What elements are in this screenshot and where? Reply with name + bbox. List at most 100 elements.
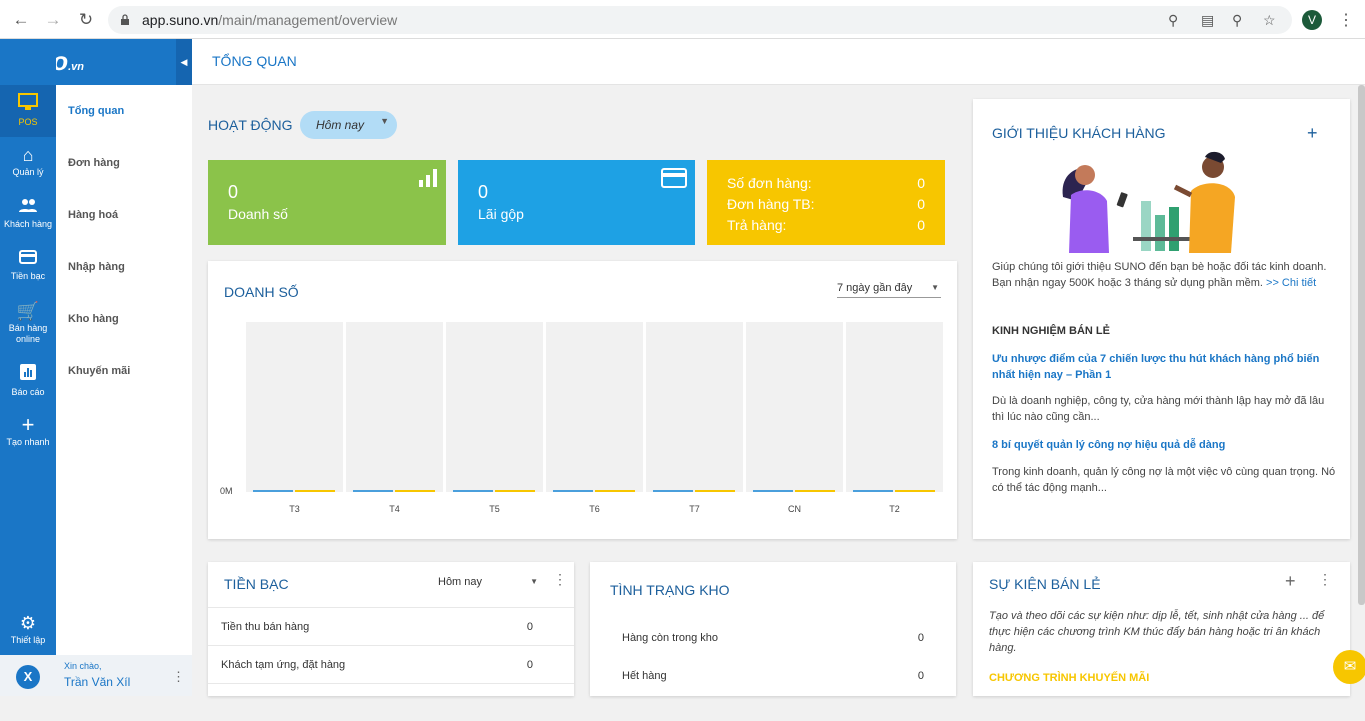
referral-detail-link[interactable]: >> Chi tiết bbox=[1266, 277, 1316, 289]
sidebar-item-quan-ly[interactable]: ⌂ Quản lý bbox=[0, 137, 56, 189]
money-row-label: Khách tạm ứng, đặt hàng bbox=[221, 659, 346, 671]
back-icon[interactable]: ← bbox=[10, 9, 32, 31]
sidebar-item-label: Báo cáo bbox=[11, 387, 45, 397]
subnav-item-khuyen-mai[interactable]: Khuyến mãi bbox=[68, 365, 130, 377]
sidebar-item-thiet-lap[interactable]: ⚙ Thiết lập bbox=[0, 605, 56, 657]
browser-toolbar: ← → ↻ app.suno.vn/main/management/overvi… bbox=[0, 0, 1365, 39]
referral-title: GIỚI THIỆU KHÁCH HÀNG bbox=[992, 125, 1166, 141]
activity-period-select[interactable]: Hôm nay ▼ bbox=[300, 111, 397, 139]
article-description: Dù là doanh nghiệp, công ty, cửa hàng mớ… bbox=[992, 395, 1325, 423]
subnav-item-hang-hoa[interactable]: Hàng hoá bbox=[68, 209, 118, 221]
money-period-value: Hôm nay bbox=[438, 576, 483, 588]
add-event-icon[interactable]: + bbox=[1285, 571, 1296, 592]
chart-bar bbox=[553, 490, 593, 492]
orders-row-label: Số đơn hàng: bbox=[727, 175, 812, 191]
page-scrollbar[interactable] bbox=[1358, 85, 1365, 605]
profile-avatar[interactable]: V bbox=[1302, 10, 1322, 30]
browser-menu-icon[interactable]: ⋮ bbox=[1338, 10, 1354, 30]
subnav-item-don-hang[interactable]: Đơn hàng bbox=[68, 157, 120, 169]
subnav-item-nhap-hang[interactable]: Nhập hàng bbox=[68, 261, 125, 273]
revenue-card[interactable]: 0 Doanh số bbox=[208, 160, 446, 245]
chart-bar bbox=[495, 490, 535, 492]
caret-down-icon: ▼ bbox=[530, 577, 538, 586]
stock-title: TÌNH TRẠNG KHO bbox=[610, 582, 730, 598]
caret-down-icon: ▼ bbox=[931, 283, 939, 292]
referral-illustration bbox=[1062, 151, 1235, 253]
forward-icon[interactable]: → bbox=[42, 9, 64, 31]
zoom-icon[interactable]: ⚲ bbox=[1232, 12, 1242, 29]
chart-x-tick: T7 bbox=[689, 504, 700, 514]
people-icon bbox=[0, 197, 56, 217]
bar-chart-icon bbox=[418, 168, 438, 194]
sidebar-item-ban-hang-online[interactable]: 🛒 Bán hàng online bbox=[0, 293, 56, 351]
gear-icon: ⚙ bbox=[19, 613, 37, 633]
money-row: Khách tạm ứng, đặt hàng 0 bbox=[208, 645, 574, 683]
sidebar-item-tien-bac[interactable]: Tiền bạc bbox=[0, 241, 56, 293]
add-icon[interactable]: + bbox=[1307, 123, 1318, 144]
chart-range-select[interactable]: 7 ngày gần đây ▼ bbox=[837, 282, 941, 298]
plus-icon: + bbox=[21, 412, 35, 437]
user-name[interactable]: Trần Văn Xíl bbox=[64, 675, 130, 689]
home-icon: ⌂ bbox=[22, 145, 34, 165]
activity-title: HOẠT ĐỘNG bbox=[208, 117, 293, 133]
brand-x-icon[interactable]: X bbox=[16, 665, 40, 689]
sidebar-item-label: Tiền bạc bbox=[10, 271, 46, 281]
user-menu-icon[interactable]: ⋮ bbox=[172, 669, 185, 685]
chat-icon[interactable]: ✉ bbox=[1333, 650, 1365, 684]
chart-bar bbox=[295, 490, 335, 492]
chart-column-bg bbox=[546, 322, 643, 492]
orders-row-value: 0 bbox=[917, 217, 925, 233]
sidebar-item-bao-cao[interactable]: Báo cáo bbox=[0, 355, 56, 407]
profit-value: 0 bbox=[478, 182, 489, 202]
chart-column-bg bbox=[346, 322, 443, 492]
orders-row: Trả hàng: 0 bbox=[727, 217, 925, 233]
money-row: Tiền thu bán hàng 0 bbox=[208, 607, 574, 645]
collapse-sidebar-button[interactable]: ◀ bbox=[176, 39, 192, 85]
greeting: Xin chào, bbox=[64, 661, 102, 671]
sidebar: POS ⌂ Quản lý Khách hàng Tiền bạc 🛒 Bán … bbox=[0, 39, 56, 696]
sidebar-item-label: Quản lý bbox=[12, 167, 44, 177]
chart-column-bg bbox=[846, 322, 943, 492]
chart-x-tick: CN bbox=[788, 504, 801, 514]
credit-card-icon bbox=[661, 168, 687, 194]
events-title: SỰ KIỆN BÁN LẺ bbox=[989, 576, 1101, 592]
article-description: Trong kinh doanh, quản lý công nợ là một… bbox=[992, 466, 1336, 494]
chart-x-tick: T4 bbox=[389, 504, 400, 514]
chart-column-bg bbox=[746, 322, 843, 492]
knowledge-title: KINH NGHIỆM BÁN LẺ bbox=[992, 325, 1110, 337]
chart-title: DOANH SỐ bbox=[224, 284, 299, 300]
chart-column-bg bbox=[646, 322, 743, 492]
star-icon[interactable]: ☆ bbox=[1263, 12, 1276, 29]
chart-bar bbox=[353, 490, 393, 492]
reload-icon[interactable]: ↻ bbox=[75, 9, 97, 31]
subnav-item-tong-quan[interactable]: Tổng quan bbox=[68, 105, 124, 117]
stock-row-value: 0 bbox=[917, 670, 924, 682]
money-row-label: Tiền thu bán hàng bbox=[221, 621, 310, 633]
sales-chart-card: T3 T4 T5 T6 T7 CN T2 0M DOANH SỐ 7 ngày gần đây… bbox=[208, 261, 957, 539]
address-bar[interactable]: app.suno.vn/main/management/overview ⚲ ▤… bbox=[108, 6, 1292, 34]
money-title: TIỀN BẠC bbox=[224, 576, 289, 592]
referral-text: Giúp chúng tôi giới thiệu SUNO đến bạn b… bbox=[992, 259, 1337, 291]
money-period-select[interactable]: Hôm nay ▼ bbox=[438, 576, 538, 588]
events-menu-icon[interactable]: ⋮ bbox=[1318, 571, 1332, 588]
key-icon[interactable]: ⚲ bbox=[1168, 12, 1178, 29]
url-domain: app.suno.vn bbox=[142, 12, 219, 28]
profit-card[interactable]: 0 Lãi gộp bbox=[458, 160, 695, 245]
money-card: TIỀN BẠC Hôm nay ▼ ⋮ Tiền thu bán hàng 0… bbox=[208, 562, 574, 696]
sidebar-item-pos[interactable]: POS bbox=[0, 85, 56, 137]
sidebar-item-tao-nhanh[interactable]: + Tạo nhanh bbox=[0, 407, 56, 459]
article-link[interactable]: 8 bí quyết quản lý công nợ hiệu quả dễ d… bbox=[992, 437, 1337, 453]
revenue-value: 0 bbox=[228, 182, 239, 202]
promo-title: CHƯƠNG TRÌNH KHUYẾN MÃI bbox=[989, 672, 1150, 684]
money-menu-icon[interactable]: ⋮ bbox=[553, 571, 567, 588]
article-link[interactable]: Ưu nhược điểm của 7 chiến lược thu hút k… bbox=[992, 351, 1337, 383]
orders-card[interactable]: Số đơn hàng: 0 Đơn hàng TB: 0 Trả hàng: 0 bbox=[707, 160, 945, 245]
stock-row: Hết hàng 0 bbox=[622, 670, 924, 682]
translate-icon[interactable]: ▤ bbox=[1201, 12, 1214, 29]
orders-row-label: Trả hàng: bbox=[727, 217, 787, 233]
chart-x-tick: T3 bbox=[289, 504, 300, 514]
chart-bar bbox=[853, 490, 893, 492]
user-panel: X Xin chào, Trần Văn Xíl ⋮ bbox=[0, 655, 192, 696]
sidebar-item-khach-hang[interactable]: Khách hàng bbox=[0, 189, 56, 241]
subnav-item-kho-hang[interactable]: Kho hàng bbox=[68, 313, 119, 325]
